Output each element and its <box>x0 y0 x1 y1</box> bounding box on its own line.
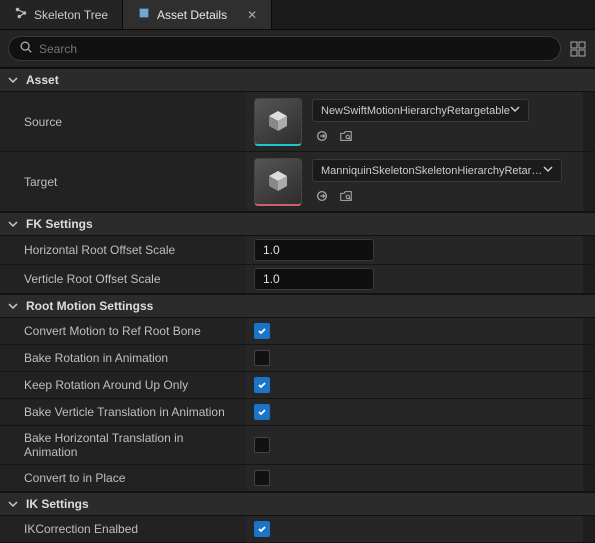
ikcorr-checkbox[interactable] <box>254 521 270 537</box>
property-label: Bake Verticle Translation in Animation <box>0 399 246 425</box>
chevron-down-icon <box>510 104 520 117</box>
row-target: Target ManniquinSkeletonSkeletonHierarch… <box>0 152 595 212</box>
section-asset[interactable]: Asset <box>0 68 595 92</box>
tab-label: Skeleton Tree <box>34 8 108 22</box>
close-icon[interactable]: ✕ <box>247 8 257 22</box>
row-source: Source NewSwiftMotionHierarchyRetargetab… <box>0 92 595 152</box>
property-label: Bake Horizontal Translation in Animation <box>0 426 246 464</box>
property-label: Target <box>0 152 246 211</box>
section-root-motion[interactable]: Root Motion Settingss <box>0 294 595 318</box>
asset-thumbnail[interactable] <box>254 98 302 146</box>
chevron-down-icon <box>8 498 20 510</box>
property-label: Source <box>0 92 246 151</box>
inplace-checkbox[interactable] <box>254 470 270 486</box>
property-label: Convert Motion to Ref Root Bone <box>0 318 246 344</box>
search-input[interactable] <box>39 42 550 56</box>
chevron-down-icon <box>8 218 20 230</box>
search-row <box>0 30 595 68</box>
row-ikcorr: IKCorrection Enalbed <box>0 516 595 543</box>
asset-icon <box>137 6 151 23</box>
tab-label: Asset Details <box>157 8 227 22</box>
property-label: Horizontal Root Offset Scale <box>0 236 246 264</box>
chevron-down-icon <box>543 164 553 177</box>
section-ik[interactable]: IK Settings <box>0 492 595 516</box>
row-bakevert: Bake Verticle Translation in Animation <box>0 399 595 426</box>
section-fk[interactable]: FK Settings <box>0 212 595 236</box>
row-inplace: Convert to in Place <box>0 465 595 492</box>
bakevert-checkbox[interactable] <box>254 404 270 420</box>
section-title: FK Settings <box>26 217 93 231</box>
tab-bar: Skeleton Tree Asset Details ✕ <box>0 0 595 30</box>
property-label: Convert to in Place <box>0 465 246 491</box>
property-label: Bake Rotation in Animation <box>0 345 246 371</box>
row-vroot: Verticle Root Offset Scale <box>0 265 595 294</box>
use-selected-icon[interactable] <box>314 188 330 204</box>
chevron-down-icon <box>8 300 20 312</box>
property-label: Keep Rotation Around Up Only <box>0 372 246 398</box>
row-keeprot: Keep Rotation Around Up Only <box>0 372 595 399</box>
search-box[interactable] <box>8 36 561 61</box>
dropdown-value: NewSwiftMotionHierarchyRetargetable <box>321 105 510 117</box>
dropdown-value: ManniquinSkeletonSkeletonHierarchyRetarg… <box>321 165 543 177</box>
search-icon <box>19 40 33 57</box>
section-title: Asset <box>26 73 59 87</box>
asset-thumbnail[interactable] <box>254 158 302 206</box>
target-asset-dropdown[interactable]: ManniquinSkeletonSkeletonHierarchyRetarg… <box>312 159 562 182</box>
keeprot-checkbox[interactable] <box>254 377 270 393</box>
bakerot-checkbox[interactable] <box>254 350 270 366</box>
layout-grid-icon[interactable] <box>569 40 587 58</box>
property-label: IKCorrection Enalbed <box>0 516 246 542</box>
chevron-down-icon <box>8 74 20 86</box>
source-asset-dropdown[interactable]: NewSwiftMotionHierarchyRetargetable <box>312 99 529 122</box>
section-title: Root Motion Settingss <box>26 299 153 313</box>
bakehorz-checkbox[interactable] <box>254 437 270 453</box>
use-selected-icon[interactable] <box>314 128 330 144</box>
browse-icon[interactable] <box>338 188 354 204</box>
tab-asset-details[interactable]: Asset Details ✕ <box>123 0 272 29</box>
vroot-input[interactable] <box>254 268 374 290</box>
skeleton-icon <box>14 6 28 23</box>
property-label: Verticle Root Offset Scale <box>0 265 246 293</box>
row-bakehorz: Bake Horizontal Translation in Animation <box>0 426 595 465</box>
row-bakerot: Bake Rotation in Animation <box>0 345 595 372</box>
section-title: IK Settings <box>26 497 89 511</box>
tab-skeleton-tree[interactable]: Skeleton Tree <box>0 0 123 29</box>
row-hroot: Horizontal Root Offset Scale <box>0 236 595 265</box>
convref-checkbox[interactable] <box>254 323 270 339</box>
browse-icon[interactable] <box>338 128 354 144</box>
row-convref: Convert Motion to Ref Root Bone <box>0 318 595 345</box>
hroot-input[interactable] <box>254 239 374 261</box>
